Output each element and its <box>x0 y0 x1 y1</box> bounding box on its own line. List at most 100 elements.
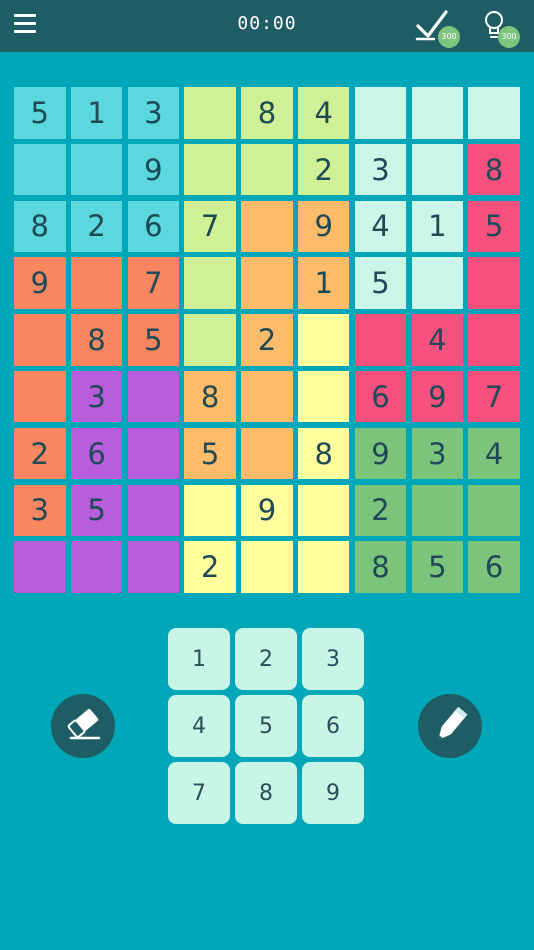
board-cell[interactable] <box>354 314 407 366</box>
board-cell[interactable]: 2 <box>14 427 66 480</box>
board-cell[interactable]: 8 <box>14 200 66 253</box>
number-key[interactable]: 7 <box>168 762 230 824</box>
board-cell[interactable] <box>14 143 66 196</box>
board-cell[interactable] <box>127 427 180 480</box>
board-cell[interactable] <box>184 314 236 366</box>
board-cell[interactable] <box>411 257 464 309</box>
top-bar: 00:00 300 300 <box>0 0 534 52</box>
board-cell[interactable] <box>468 484 520 537</box>
board-cell[interactable]: 6 <box>70 427 123 480</box>
number-key[interactable]: 6 <box>302 695 364 757</box>
board-cell[interactable] <box>184 257 236 309</box>
board-cell[interactable]: 5 <box>14 87 66 139</box>
board-cell[interactable]: 3 <box>127 87 180 139</box>
board-cell[interactable] <box>297 541 350 593</box>
board-cell[interactable]: 6 <box>127 200 180 253</box>
board-cell[interactable]: 9 <box>411 370 464 423</box>
sudoku-board: 5138492388267941597158524386972658934359… <box>14 87 520 593</box>
board-cell[interactable]: 6 <box>468 541 520 593</box>
board-cell[interactable]: 1 <box>70 87 123 139</box>
board-cell[interactable] <box>184 484 236 537</box>
board-cell[interactable] <box>297 314 350 366</box>
pencil-button[interactable] <box>418 694 482 758</box>
eraser-icon <box>67 709 101 740</box>
board-cell[interactable]: 9 <box>14 257 66 309</box>
board-cell[interactable]: 8 <box>184 370 236 423</box>
board-cell[interactable] <box>241 427 293 480</box>
board-cell[interactable] <box>297 370 350 423</box>
board-cell[interactable]: 5 <box>468 200 520 253</box>
number-key[interactable]: 4 <box>168 695 230 757</box>
board-cell[interactable] <box>468 87 520 139</box>
board-cell[interactable]: 1 <box>297 257 350 309</box>
number-key[interactable]: 8 <box>235 762 297 824</box>
board-cell[interactable]: 5 <box>127 314 180 366</box>
hint-count-badge: 300 <box>498 26 520 48</box>
pencil-icon <box>438 706 468 740</box>
board-cell[interactable]: 9 <box>297 200 350 253</box>
hint-button[interactable]: 300 <box>474 6 520 48</box>
board-cell[interactable] <box>70 143 123 196</box>
board-cell[interactable] <box>297 484 350 537</box>
board-cell[interactable] <box>354 87 407 139</box>
board-cell[interactable]: 5 <box>354 257 407 309</box>
board-cell[interactable] <box>184 87 236 139</box>
board-cell[interactable] <box>411 143 464 196</box>
board-cell[interactable]: 4 <box>297 87 350 139</box>
board-cell[interactable]: 9 <box>241 484 293 537</box>
board-cell[interactable]: 8 <box>241 87 293 139</box>
board-cell[interactable]: 7 <box>127 257 180 309</box>
board-cell[interactable]: 4 <box>468 427 520 480</box>
board-cell[interactable] <box>127 370 180 423</box>
board-cell[interactable]: 9 <box>127 143 180 196</box>
number-key[interactable]: 3 <box>302 628 364 690</box>
board-cell[interactable] <box>14 541 66 593</box>
board-cell[interactable]: 5 <box>184 427 236 480</box>
board-cell[interactable] <box>70 541 123 593</box>
number-key[interactable]: 9 <box>302 762 364 824</box>
board-cell[interactable] <box>241 370 293 423</box>
board-cell[interactable]: 6 <box>354 370 407 423</box>
board-cell[interactable]: 5 <box>70 484 123 537</box>
board-cell[interactable]: 2 <box>297 143 350 196</box>
board-cell[interactable]: 3 <box>354 143 407 196</box>
board-cell[interactable] <box>241 541 293 593</box>
board-cell[interactable]: 4 <box>411 314 464 366</box>
number-key[interactable]: 5 <box>235 695 297 757</box>
number-key[interactable]: 1 <box>168 628 230 690</box>
board-cell[interactable]: 4 <box>354 200 407 253</box>
board-cell[interactable] <box>241 143 293 196</box>
board-cell[interactable]: 2 <box>70 200 123 253</box>
board-cell[interactable] <box>184 143 236 196</box>
board-cell[interactable] <box>241 200 293 253</box>
number-key[interactable]: 2 <box>235 628 297 690</box>
board-cell[interactable]: 8 <box>468 143 520 196</box>
board-cell[interactable]: 8 <box>70 314 123 366</box>
board-cell[interactable]: 2 <box>184 541 236 593</box>
board-cell[interactable]: 7 <box>184 200 236 253</box>
board-cell[interactable] <box>468 314 520 366</box>
board-cell[interactable] <box>70 257 123 309</box>
board-cell[interactable] <box>14 314 66 366</box>
board-cell[interactable] <box>411 87 464 139</box>
board-cell[interactable]: 3 <box>411 427 464 480</box>
board-cell[interactable] <box>468 257 520 309</box>
check-count-badge: 300 <box>438 26 460 48</box>
board-cell[interactable] <box>14 370 66 423</box>
board-cell[interactable] <box>411 484 464 537</box>
board-cell[interactable]: 8 <box>297 427 350 480</box>
board-cell[interactable]: 9 <box>354 427 407 480</box>
board-cell[interactable]: 3 <box>70 370 123 423</box>
board-cell[interactable] <box>241 257 293 309</box>
board-cell[interactable]: 3 <box>14 484 66 537</box>
board-cell[interactable]: 5 <box>411 541 464 593</box>
eraser-button[interactable] <box>51 694 115 758</box>
board-cell[interactable]: 2 <box>241 314 293 366</box>
board-cell[interactable]: 2 <box>354 484 407 537</box>
check-button[interactable]: 300 <box>414 6 460 48</box>
board-cell[interactable] <box>127 484 180 537</box>
board-cell[interactable] <box>127 541 180 593</box>
board-cell[interactable]: 8 <box>354 541 407 593</box>
board-cell[interactable]: 7 <box>468 370 520 423</box>
board-cell[interactable]: 1 <box>411 200 464 253</box>
